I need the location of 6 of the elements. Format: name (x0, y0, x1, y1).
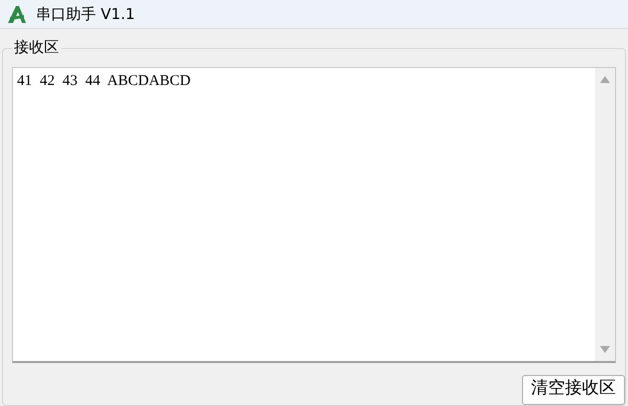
scrollbar[interactable] (595, 68, 615, 361)
clear-receive-button[interactable]: 清空接收区 (522, 375, 625, 405)
app-logo-icon (6, 3, 28, 25)
window-title: 串口助手 V1.1 (36, 4, 135, 25)
scroll-up-icon[interactable] (600, 76, 610, 83)
scroll-down-icon[interactable] (600, 346, 610, 353)
